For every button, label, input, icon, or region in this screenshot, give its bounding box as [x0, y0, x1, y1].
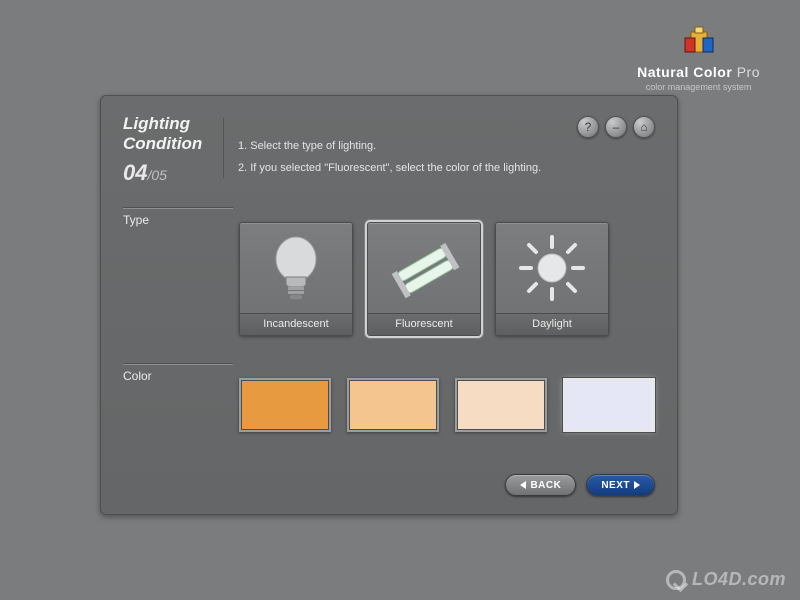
type-option-label: Fluorescent: [368, 313, 480, 335]
instruction-2: 2. If you selected "Fluorescent", select…: [238, 162, 655, 174]
chevron-right-icon: [634, 481, 640, 489]
fluorescent-tube-icon: [368, 223, 480, 313]
brand-name: Natural Color Pro: [637, 64, 760, 80]
panel-top-buttons: ? – ⌂: [577, 116, 655, 138]
color-swatch-light-orange[interactable]: [347, 378, 439, 432]
next-button-label: NEXT: [601, 480, 630, 491]
section-color: Color: [123, 364, 655, 438]
back-button[interactable]: BACK: [505, 474, 576, 496]
watermark: LO4D.com: [666, 569, 786, 590]
instruction-1: 1. Select the type of lighting.: [238, 140, 655, 152]
brand-block: Natural Color Pro color management syste…: [637, 24, 760, 92]
brand-tagline: color management system: [637, 82, 760, 92]
wizard-panel: ? – ⌂ Lighting Condition 04/05 1. Select…: [100, 95, 678, 515]
sun-icon: [496, 223, 608, 313]
minimize-icon: –: [613, 120, 620, 134]
page-title: Lighting Condition: [123, 114, 215, 154]
color-swatch-cool-white[interactable]: [563, 378, 655, 432]
home-icon: ⌂: [640, 120, 647, 134]
back-button-label: BACK: [530, 480, 561, 491]
section-type-label: Type: [123, 208, 233, 342]
color-swatch-pale-peach[interactable]: [455, 378, 547, 432]
help-button[interactable]: ?: [577, 116, 599, 138]
chevron-left-icon: [520, 481, 526, 489]
minimize-button[interactable]: –: [605, 116, 627, 138]
lightbulb-icon: [240, 223, 352, 313]
type-option-fluorescent[interactable]: Fluorescent: [367, 222, 481, 336]
color-swatch-warm-orange[interactable]: [239, 378, 331, 432]
color-options: [239, 378, 655, 432]
header-divider: [223, 118, 224, 178]
step-indicator: 04/05: [123, 160, 215, 186]
type-option-label: Incandescent: [240, 313, 352, 335]
watermark-icon: [666, 570, 686, 590]
wizard-nav: BACK NEXT: [505, 474, 655, 496]
next-button[interactable]: NEXT: [586, 474, 655, 496]
section-color-label: Color: [123, 364, 233, 438]
brand-logo-icon: [679, 24, 719, 60]
type-option-daylight[interactable]: Daylight: [495, 222, 609, 336]
watermark-text: LO4D.com: [692, 569, 786, 590]
type-option-incandescent[interactable]: Incandescent: [239, 222, 353, 336]
help-icon: ?: [585, 120, 592, 134]
type-option-label: Daylight: [496, 313, 608, 335]
section-type: Type Incandescent: [123, 208, 655, 342]
type-options: Incandescent Fluorescent: [239, 222, 655, 336]
panel-header: Lighting Condition 04/05 1. Select the t…: [123, 114, 655, 186]
home-button[interactable]: ⌂: [633, 116, 655, 138]
